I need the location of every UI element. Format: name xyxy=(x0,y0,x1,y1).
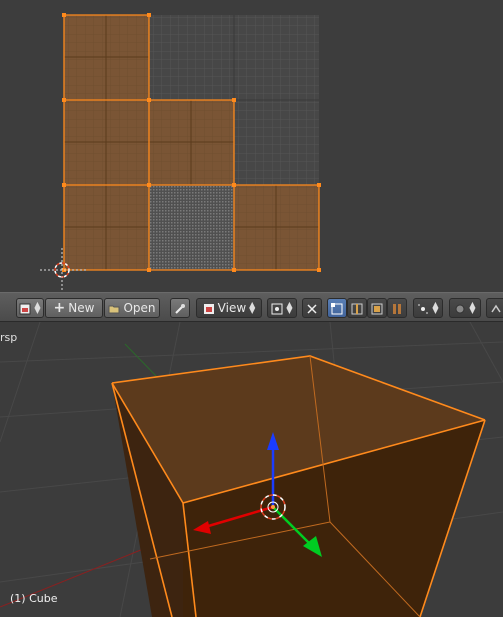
pin-icon xyxy=(174,302,186,314)
plus-icon: + xyxy=(53,300,66,316)
sticky-selection-icon xyxy=(417,302,429,314)
view-menu-label: View xyxy=(217,301,247,315)
uv-face-overlap[interactable] xyxy=(149,185,234,270)
new-image-button[interactable]: + New xyxy=(45,298,103,318)
face-select-icon xyxy=(371,302,383,315)
image-browse-button[interactable]: ▲ ▼ xyxy=(16,298,44,318)
active-object-label: (1) Cube xyxy=(10,592,58,605)
proportional-edit-icon xyxy=(454,302,466,314)
proportional-edit-menu[interactable]: ▲ ▼ xyxy=(449,298,481,318)
island-select-icon xyxy=(391,302,403,314)
image-editor-icon xyxy=(203,302,215,314)
updown-arrows-icon: ▲ ▼ xyxy=(469,300,476,315)
pin-image-button[interactable] xyxy=(170,298,190,318)
view-name-label: rsp xyxy=(0,331,18,344)
uv-image-editor[interactable] xyxy=(0,0,503,292)
pivot-point-icon xyxy=(271,302,283,315)
edge-select-mode-button[interactable] xyxy=(347,298,367,318)
updown-arrows-icon: ▲ ▼ xyxy=(249,300,256,315)
updown-arrows-icon: ▲ ▼ xyxy=(432,300,439,315)
uv-editor-header: ▲ ▼ + New Open View ▲ ▼ ▲ ▼ ▲ ▼ ▲ ▼ xyxy=(0,292,503,322)
island-select-mode-button[interactable] xyxy=(387,298,407,318)
face-select-mode-button[interactable] xyxy=(367,298,387,318)
folder-icon xyxy=(108,302,120,314)
uv-sync-icon xyxy=(306,302,318,314)
uv-canvas[interactable] xyxy=(0,0,503,292)
snap-toggle[interactable] xyxy=(486,298,503,318)
vertex-select-mode-button[interactable] xyxy=(327,298,347,318)
image-browse-icon xyxy=(19,302,31,315)
view-menu[interactable]: View ▲ ▼ xyxy=(196,298,262,318)
vertex-select-icon xyxy=(331,302,343,315)
new-image-label: New xyxy=(68,301,95,315)
snap-icon xyxy=(490,302,502,314)
updown-arrows-icon: ▲ ▼ xyxy=(34,300,41,315)
updown-arrows-icon: ▲ ▼ xyxy=(286,300,293,315)
open-image-button[interactable]: Open xyxy=(104,298,160,318)
open-image-label: Open xyxy=(123,301,156,315)
uv-sync-selection-toggle[interactable] xyxy=(302,298,322,318)
viewport-canvas[interactable] xyxy=(0,322,503,617)
cube-mesh[interactable] xyxy=(111,355,486,617)
sticky-selection-menu[interactable]: ▲ ▼ xyxy=(413,298,443,318)
edge-select-icon xyxy=(351,302,363,315)
pivot-point-menu[interactable]: ▲ ▼ xyxy=(267,298,297,318)
3d-viewport[interactable]: rsp (1) Cube xyxy=(0,322,503,617)
